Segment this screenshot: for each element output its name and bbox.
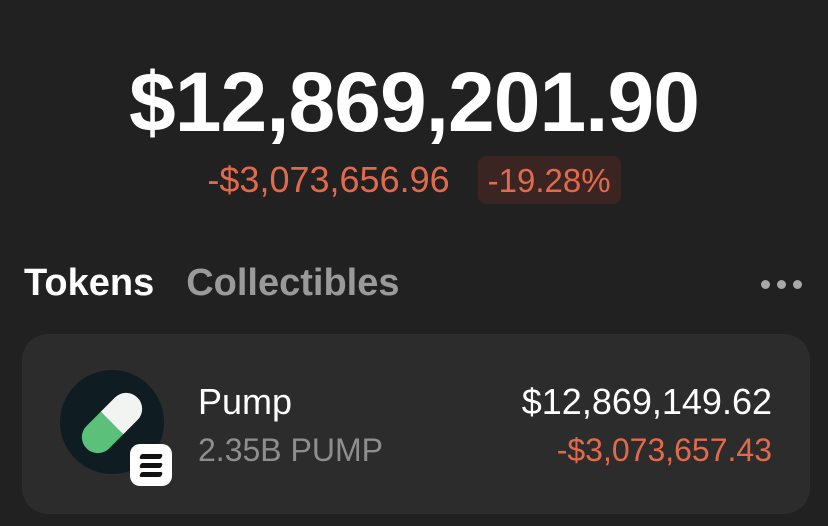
more-dot bbox=[793, 280, 802, 289]
balance-change-row: -$3,073,656.96 -19.28% bbox=[0, 156, 828, 204]
token-value: $12,869,149.62 bbox=[521, 381, 772, 422]
wallet-screen: $12,869,201.90 -$3,073,656.96 -19.28% To… bbox=[0, 0, 828, 526]
token-change: -$3,073,657.43 bbox=[556, 432, 772, 468]
solana-icon bbox=[130, 444, 172, 486]
tab-collectibles[interactable]: Collectibles bbox=[186, 264, 399, 302]
tab-tokens[interactable]: Tokens bbox=[24, 264, 154, 302]
more-dot bbox=[761, 280, 770, 289]
token-amount: 2.35B PUMP bbox=[198, 432, 383, 468]
balance-change-amount: -$3,073,656.96 bbox=[207, 159, 450, 200]
asset-tabs: Tokens Collectibles bbox=[24, 264, 400, 302]
balance-change-percent-badge: -19.28% bbox=[477, 156, 621, 204]
token-name: Pump bbox=[198, 381, 293, 422]
total-balance: $12,869,201.90 bbox=[129, 55, 700, 149]
more-horizontal-icon[interactable] bbox=[761, 280, 802, 289]
token-row-pump[interactable]: Pump 2.35B PUMP $12,869,149.62 -$3,073,6… bbox=[22, 334, 810, 514]
more-dot bbox=[777, 280, 786, 289]
